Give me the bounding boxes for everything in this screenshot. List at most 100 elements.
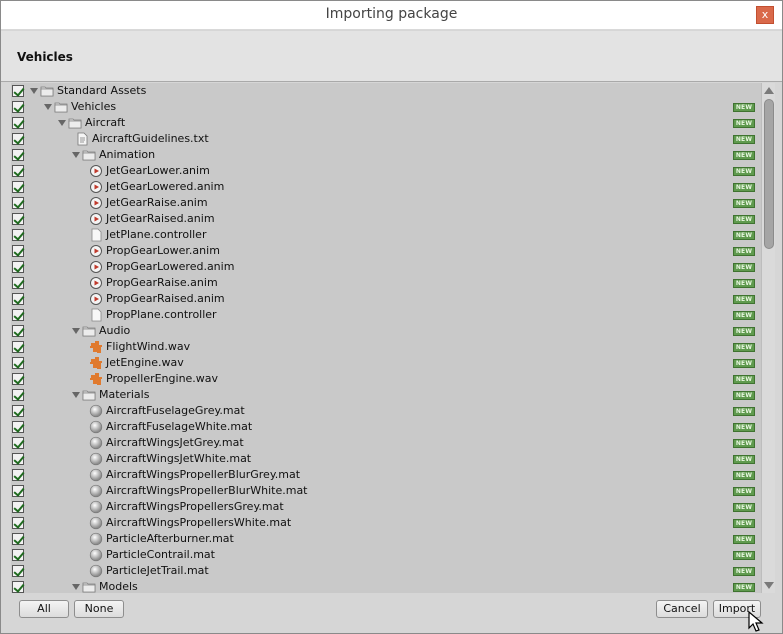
include-checkbox[interactable] bbox=[12, 229, 24, 241]
include-checkbox[interactable] bbox=[12, 373, 24, 385]
tree-row[interactable]: Vehicles NEW bbox=[11, 99, 761, 115]
include-checkbox[interactable] bbox=[12, 357, 24, 369]
tree-row[interactable]: ParticleContrail.mat NEW bbox=[11, 547, 761, 563]
include-checkbox[interactable] bbox=[12, 85, 24, 97]
include-checkbox[interactable] bbox=[12, 117, 24, 129]
include-checkbox[interactable] bbox=[12, 213, 24, 225]
title-bar: Importing package x bbox=[1, 1, 782, 30]
tree-item-label: PropGearLowered.anim bbox=[106, 260, 235, 273]
include-checkbox[interactable] bbox=[12, 469, 24, 481]
include-checkbox[interactable] bbox=[12, 437, 24, 449]
include-checkbox[interactable] bbox=[12, 293, 24, 305]
tree-row[interactable]: PropGearRaised.anim NEW bbox=[11, 291, 761, 307]
animation-icon bbox=[89, 260, 103, 274]
tree-row[interactable]: AircraftWingsPropellerBlurGrey.mat NEW bbox=[11, 467, 761, 483]
new-badge: NEW bbox=[733, 279, 755, 288]
include-checkbox[interactable] bbox=[12, 197, 24, 209]
folder-icon bbox=[54, 100, 68, 114]
select-none-button[interactable]: None bbox=[74, 600, 124, 618]
tree-row[interactable]: AircraftWingsJetWhite.mat NEW bbox=[11, 451, 761, 467]
tree-row[interactable]: Materials NEW bbox=[11, 387, 761, 403]
mouse-cursor-icon bbox=[748, 611, 764, 632]
include-checkbox[interactable] bbox=[12, 325, 24, 337]
tree-row[interactable]: Audio NEW bbox=[11, 323, 761, 339]
folder-icon bbox=[82, 388, 96, 402]
tree-row[interactable]: FlightWind.wav NEW bbox=[11, 339, 761, 355]
include-checkbox[interactable] bbox=[12, 485, 24, 497]
tree-row[interactable]: ParticleAfterburner.mat NEW bbox=[11, 531, 761, 547]
tree-row[interactable]: AircraftWingsPropellersGrey.mat NEW bbox=[11, 499, 761, 515]
tree-row[interactable]: PropGearLower.anim NEW bbox=[11, 243, 761, 259]
window-title: Importing package bbox=[325, 6, 458, 22]
tree-row[interactable]: Models NEW bbox=[11, 579, 761, 593]
tree-row[interactable]: AircraftWingsPropellersWhite.mat NEW bbox=[11, 515, 761, 531]
close-button[interactable]: x bbox=[756, 6, 774, 24]
scroll-down-arrow-icon[interactable] bbox=[764, 582, 774, 589]
select-all-button[interactable]: All bbox=[19, 600, 69, 618]
package-title: Vehicles bbox=[17, 50, 73, 64]
scroll-up-arrow-icon[interactable] bbox=[764, 87, 774, 94]
include-checkbox[interactable] bbox=[12, 101, 24, 113]
material-icon bbox=[89, 532, 103, 546]
include-checkbox[interactable] bbox=[12, 309, 24, 321]
include-checkbox[interactable] bbox=[12, 421, 24, 433]
include-checkbox[interactable] bbox=[12, 565, 24, 577]
tree-item-label: Standard Assets bbox=[57, 84, 147, 97]
include-checkbox[interactable] bbox=[12, 165, 24, 177]
tree-item-label: AircraftWingsPropellerBlurWhite.mat bbox=[106, 484, 308, 497]
include-checkbox[interactable] bbox=[12, 181, 24, 193]
material-icon bbox=[89, 468, 103, 482]
expand-arrow-icon[interactable] bbox=[58, 120, 66, 126]
include-checkbox[interactable] bbox=[12, 501, 24, 513]
vertical-scrollbar[interactable] bbox=[761, 83, 775, 593]
tree-item-label: ParticleAfterburner.mat bbox=[106, 532, 234, 545]
material-icon bbox=[89, 548, 103, 562]
include-checkbox[interactable] bbox=[12, 261, 24, 273]
tree-row[interactable]: PropPlane.controller NEW bbox=[11, 307, 761, 323]
tree-item-label: Models bbox=[99, 580, 138, 593]
include-checkbox[interactable] bbox=[12, 133, 24, 145]
tree-row[interactable]: PropellerEngine.wav NEW bbox=[11, 371, 761, 387]
include-checkbox[interactable] bbox=[12, 389, 24, 401]
expand-arrow-icon[interactable] bbox=[44, 104, 52, 110]
include-checkbox[interactable] bbox=[12, 245, 24, 257]
tree-row[interactable]: Animation NEW bbox=[11, 147, 761, 163]
include-checkbox[interactable] bbox=[12, 581, 24, 593]
tree-row[interactable]: AircraftFuselageWhite.mat NEW bbox=[11, 419, 761, 435]
expand-arrow-icon[interactable] bbox=[72, 392, 80, 398]
include-checkbox[interactable] bbox=[12, 149, 24, 161]
tree-row[interactable]: JetGearRaised.anim NEW bbox=[11, 211, 761, 227]
tree-row[interactable]: JetEngine.wav NEW bbox=[11, 355, 761, 371]
tree-item-label: JetGearRaised.anim bbox=[106, 212, 215, 225]
tree-row[interactable]: AircraftGuidelines.txt NEW bbox=[11, 131, 761, 147]
new-badge: NEW bbox=[733, 455, 755, 464]
cancel-button[interactable]: Cancel bbox=[656, 600, 708, 618]
include-checkbox[interactable] bbox=[12, 277, 24, 289]
include-checkbox[interactable] bbox=[12, 533, 24, 545]
tree-row[interactable]: PropGearLowered.anim NEW bbox=[11, 259, 761, 275]
tree-row[interactable]: AircraftFuselageGrey.mat NEW bbox=[11, 403, 761, 419]
tree-row[interactable]: JetPlane.controller NEW bbox=[11, 227, 761, 243]
tree-row[interactable]: PropGearRaise.anim NEW bbox=[11, 275, 761, 291]
include-checkbox[interactable] bbox=[12, 341, 24, 353]
include-checkbox[interactable] bbox=[12, 405, 24, 417]
tree-row[interactable]: AircraftWingsJetGrey.mat NEW bbox=[11, 435, 761, 451]
include-checkbox[interactable] bbox=[12, 453, 24, 465]
audio-file-icon bbox=[89, 340, 103, 354]
material-icon bbox=[89, 420, 103, 434]
tree-row[interactable]: AircraftWingsPropellerBlurWhite.mat NEW bbox=[11, 483, 761, 499]
scroll-thumb[interactable] bbox=[764, 99, 774, 249]
include-checkbox[interactable] bbox=[12, 517, 24, 529]
tree-row[interactable]: Aircraft NEW bbox=[11, 115, 761, 131]
folder-icon bbox=[82, 580, 96, 593]
expand-arrow-icon[interactable] bbox=[72, 152, 80, 158]
expand-arrow-icon[interactable] bbox=[30, 88, 38, 94]
tree-row[interactable]: JetGearLower.anim NEW bbox=[11, 163, 761, 179]
expand-arrow-icon[interactable] bbox=[72, 584, 80, 590]
expand-arrow-icon[interactable] bbox=[72, 328, 80, 334]
include-checkbox[interactable] bbox=[12, 549, 24, 561]
tree-row[interactable]: JetGearLowered.anim NEW bbox=[11, 179, 761, 195]
tree-row[interactable]: ParticleJetTrail.mat NEW bbox=[11, 563, 761, 579]
tree-row[interactable]: JetGearRaise.anim NEW bbox=[11, 195, 761, 211]
tree-row[interactable]: Standard Assets bbox=[11, 83, 761, 99]
